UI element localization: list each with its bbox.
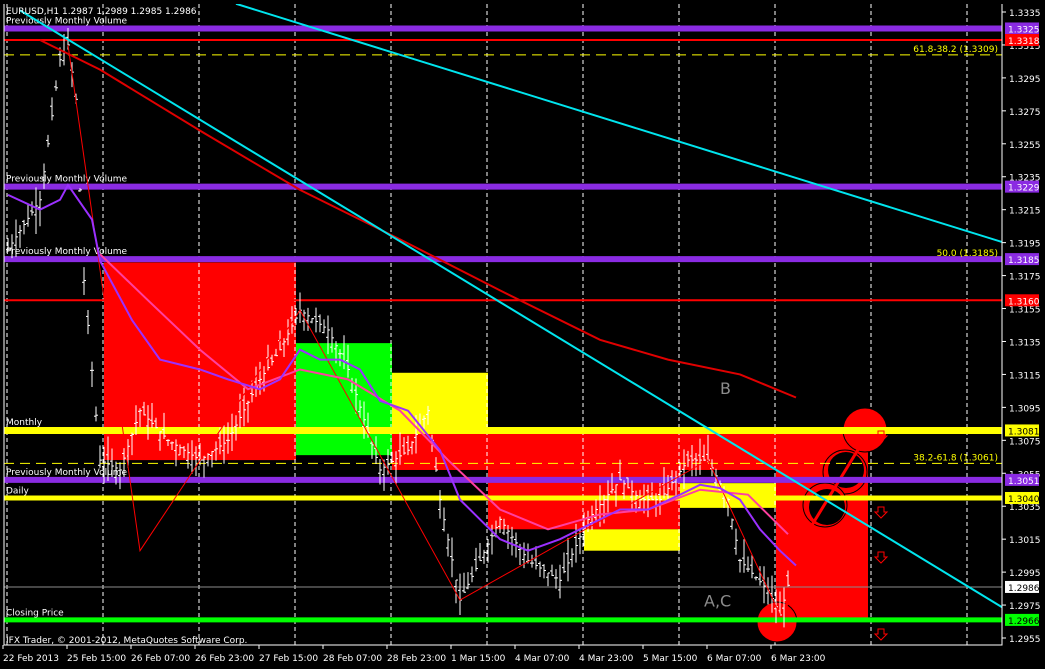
price-label: 1.3051 xyxy=(1008,477,1040,487)
x-tick-label: 6 Mar 23:00 xyxy=(771,654,826,664)
y-tick-label: 1.3015 xyxy=(1009,536,1041,546)
arrow-down-icon xyxy=(873,506,889,519)
pattern-point-label: A,C xyxy=(704,592,731,611)
x-tick-label: 22 Feb 2013 xyxy=(3,654,59,664)
price-label: 1.3229 xyxy=(1008,184,1040,194)
y-tick-label: 1.3215 xyxy=(1009,207,1041,217)
zone-rect xyxy=(584,529,680,551)
price-label: 1.2986 xyxy=(1008,584,1040,594)
fib-level-text: 38.2-61.8 (1.3061) xyxy=(913,453,998,463)
y-tick-label: 1.3295 xyxy=(1009,75,1041,85)
x-tick-label: 26 Feb 07:00 xyxy=(131,654,190,664)
y-tick-label: 1.3175 xyxy=(1009,273,1041,283)
price-label: 1.3160 xyxy=(1008,297,1040,307)
plot-area: Previously Monthly Volume 61.8-38.2 (1.33… xyxy=(4,4,1002,645)
arrow-down-icon xyxy=(873,628,889,641)
x-tick-label: 28 Feb 07:00 xyxy=(323,654,382,664)
y-tick-label: 1.3135 xyxy=(1009,338,1041,348)
y-tick-label: 1.3335 xyxy=(1009,9,1041,19)
price-label: 1.2966 xyxy=(1008,617,1040,627)
y-tick-label: 1.3115 xyxy=(1009,371,1041,381)
level-text: Monthly xyxy=(6,418,43,428)
price-label: 1.3081 xyxy=(1008,427,1040,437)
price-label: 1.3040 xyxy=(1008,495,1040,505)
x-tick-label: 6 Mar 07:00 xyxy=(707,654,762,664)
x-tick-label: 5 Mar 15:00 xyxy=(643,654,698,664)
symbol-header: EURUSD,H1 1.2987 1.2989 1.2985 1.2986 xyxy=(6,7,197,17)
x-tick-label: 27 Feb 15:00 xyxy=(259,654,318,664)
x-tick-label: 4 Mar 07:00 xyxy=(515,654,570,664)
price-label: 1.3185 xyxy=(1008,256,1040,266)
x-tick-label: 26 Feb 23:00 xyxy=(195,654,254,664)
pattern-point-label: B xyxy=(720,379,731,398)
y-tick-label: 1.3255 xyxy=(1009,141,1041,151)
x-tick-label: 4 Mar 23:00 xyxy=(579,654,634,664)
price-label: 1.3325 xyxy=(1008,25,1040,35)
y-tick-label: 1.2955 xyxy=(1009,635,1041,645)
x-tick-label: 1 Mar 15:00 xyxy=(451,654,506,664)
level-text: Daily xyxy=(6,486,29,496)
y-tick-label: 1.2995 xyxy=(1009,569,1041,579)
price-chart[interactable]: Previously Monthly Volume 61.8-38.2 (1.33… xyxy=(0,0,1045,669)
y-tick-label: 1.3275 xyxy=(1009,108,1041,118)
arrow-down-icon xyxy=(873,551,889,564)
level-text: Previously Monthly Volume xyxy=(6,247,128,257)
y-tick-label: 1.3195 xyxy=(1009,240,1041,250)
level-text: Previously Monthly Volume xyxy=(6,175,128,185)
level-text: Closing Price xyxy=(6,608,64,618)
x-tick-label: 28 Feb 23:00 xyxy=(387,654,446,664)
level-text: Previously Monthly Volume xyxy=(6,468,128,478)
x-tick-label: 25 Feb 15:00 xyxy=(67,654,126,664)
fib-level-text: 61.8-38.2 (1.3309) xyxy=(913,45,998,55)
level-text: Previously Monthly Volume xyxy=(6,16,128,26)
price-label: 1.3318 xyxy=(1008,37,1040,47)
y-tick-label: 1.3095 xyxy=(1009,404,1041,414)
y-tick-label: 1.3075 xyxy=(1009,437,1041,447)
y-tick-label: 1.2975 xyxy=(1009,602,1041,612)
fib-level-text: 50.0 (1.3185) xyxy=(937,249,998,259)
